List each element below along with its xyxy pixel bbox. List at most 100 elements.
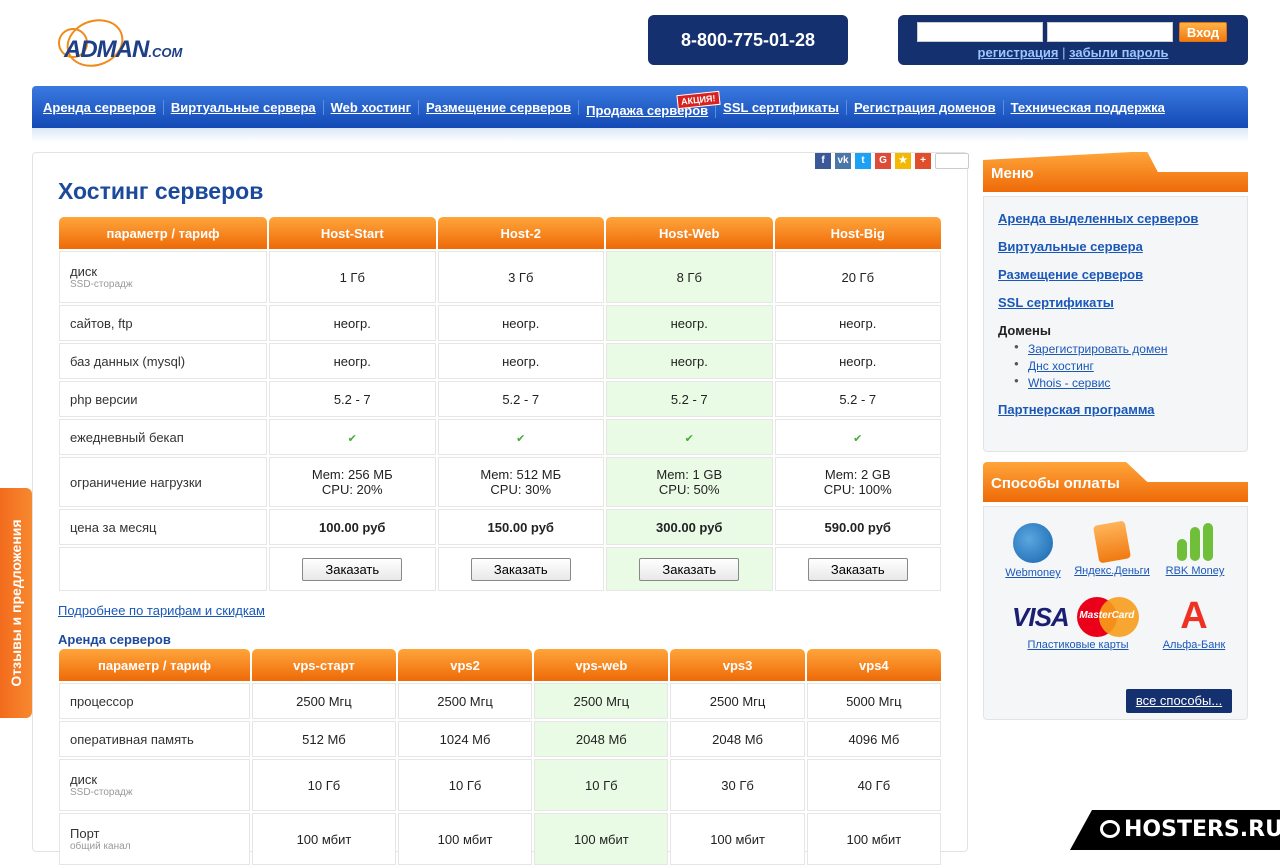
cell-value: 10 Гб [534, 759, 669, 811]
order-button[interactable]: Заказать [639, 557, 740, 581]
cell-value: 10 Гб [252, 759, 396, 811]
sidebar-link-ssl[interactable]: SSL сертификаты [998, 295, 1114, 310]
cell-value: 1024 Мб [397, 721, 533, 757]
table-row: диск SSD-сторадж 10 Гб 10 Гб 10 Гб 30 Гб … [59, 759, 941, 811]
nav-link[interactable]: SSL сертификаты [723, 100, 839, 115]
table-header-plan: vps3 [670, 649, 805, 681]
login-password-input[interactable] [1047, 22, 1173, 42]
nav-link[interactable]: Виртуальные сервера [171, 100, 316, 115]
register-link[interactable]: регистрация [978, 45, 1059, 60]
sidebar-item: Партнерская программа [998, 402, 1233, 417]
mem-limit: Mem: 256 МБ [311, 467, 393, 482]
feedback-tab[interactable]: Отзывы и предложения [0, 488, 32, 718]
payment-title: Способы оплаты [991, 475, 1120, 492]
nav-link[interactable]: Регистрация доменов [854, 100, 996, 115]
sidebar-domains-group: Домены Зарегистрировать домен Днс хостин… [998, 323, 1233, 390]
sidebar-link-partner[interactable]: Партнерская программа [998, 402, 1155, 417]
payment-yandex[interactable]: Яндекс.Деньги [1072, 520, 1152, 577]
nav-item-server-sale[interactable]: Продажа серверов АКЦИЯ! [579, 90, 720, 118]
row-label: php версии [59, 381, 267, 417]
row-label: оперативная память [59, 721, 250, 757]
table-row: цена за месяц 100.00 руб 150.00 руб 300.… [59, 509, 941, 545]
payment-alfa-link[interactable]: Альфа-Банк [1163, 639, 1226, 651]
price: 590.00 руб [824, 519, 891, 535]
logo[interactable]: ADMAN.COM [58, 11, 182, 75]
cell-value: 2500 Мгц [252, 683, 396, 719]
price: 100.00 руб [319, 519, 386, 535]
nav-link[interactable]: Размещение серверов [426, 100, 571, 115]
table-row: диск SSD-сторадж 1 Гб 3 Гб 8 Гб 20 Гб [59, 251, 941, 303]
payment-cards-link[interactable]: Пластиковые карты [1027, 639, 1128, 651]
nav-item-support[interactable]: Техническая поддержка [1004, 100, 1172, 115]
all-payment-methods-button[interactable]: все способы... [1126, 689, 1232, 713]
vk-icon[interactable]: vk [835, 153, 851, 169]
nav-item-domains[interactable]: Регистрация доменов [847, 99, 1004, 115]
nav-link[interactable]: Техническая поддержка [1011, 100, 1165, 115]
table-header-plan: Host-2 [437, 217, 604, 249]
order-button[interactable]: Заказать [470, 557, 571, 581]
cell-value: ✔ [606, 419, 773, 455]
payment-webmoney-link[interactable]: Webmoney [1005, 567, 1060, 579]
payment-rbk-link[interactable]: RBK Money [1166, 565, 1225, 577]
nav-item-server-rent[interactable]: Аренда серверов [36, 99, 164, 115]
order-button[interactable]: Заказать [807, 557, 908, 581]
sidebar-link-register-domain[interactable]: Зарегистрировать домен [1028, 342, 1168, 356]
nav-item-virtual-servers[interactable]: Виртуальные сервера [164, 99, 324, 115]
row-label: Порт общий канал [59, 813, 250, 865]
sidebar-link-dns[interactable]: Днс хостинг [1028, 359, 1094, 373]
cell-value: 30 Гб [670, 759, 805, 811]
order-cell: Заказать [606, 547, 773, 591]
star-icon[interactable]: ★ [895, 153, 911, 169]
facebook-icon[interactable]: f [815, 153, 831, 169]
cell-value: ✔ [774, 419, 941, 455]
cell-value: 5.2 - 7 [774, 381, 941, 417]
order-button[interactable]: Заказать [302, 557, 403, 581]
cell-value: 5.2 - 7 [606, 381, 773, 417]
plus-icon[interactable]: + [915, 153, 931, 169]
nav-item-colocation[interactable]: Размещение серверов [419, 99, 580, 115]
payment-yandex-link[interactable]: Яндекс.Деньги [1074, 565, 1150, 577]
payment-alfa[interactable]: А Альфа-Банк [1154, 597, 1234, 651]
nav-link[interactable]: Аренда серверов [43, 100, 156, 115]
login-button[interactable]: Вход [1179, 22, 1227, 42]
main-nav: Аренда серверов Виртуальные сервера Web … [32, 86, 1248, 128]
cell-value: неогр. [269, 305, 436, 341]
price: 300.00 руб [656, 519, 723, 535]
order-cell: Заказать [437, 547, 604, 591]
watermark-text: HOSTERS.RU [1124, 817, 1280, 842]
cell-value: 2500 Мгц [534, 683, 669, 719]
login-username-input[interactable] [917, 22, 1043, 42]
forgot-password-link[interactable]: забыли пароль [1069, 45, 1168, 60]
tariffs-details-link[interactable]: Подробнее по тарифам и скидкам [58, 603, 265, 618]
table-row: Заказать Заказать Заказать Заказать [59, 547, 941, 591]
table-row: Порт общий канал 100 мбит 100 мбит 100 мб… [59, 813, 941, 865]
payment-cards[interactable]: VISA MasterCard Пластиковые карты [1012, 597, 1144, 651]
empty-cell [59, 547, 267, 591]
sidebar-link-whois[interactable]: Whois - сервис [1028, 376, 1110, 390]
cell-value: 2500 Мгц [397, 683, 533, 719]
sidebar-subitem: Зарегистрировать домен [1014, 342, 1233, 356]
check-icon: ✔ [347, 432, 357, 445]
nav-link[interactable]: Web хостинг [331, 100, 411, 115]
cell-value: 40 Гб [806, 759, 941, 811]
cell-value: 100 мбит [534, 813, 669, 865]
google-plus-icon[interactable]: G [875, 153, 891, 169]
sidebar-link-virtual[interactable]: Виртуальные сервера [998, 239, 1143, 254]
payment-webmoney[interactable]: Webmoney [998, 523, 1068, 579]
payment-rbk[interactable]: RBK Money [1160, 523, 1230, 577]
nav-item-ssl[interactable]: SSL сертификаты [716, 99, 847, 115]
price-cell: 590.00 руб [774, 509, 941, 545]
sidebar-link-dedicated[interactable]: Аренда выделенных серверов [998, 211, 1198, 226]
cell-value: Mem: 256 МБ CPU: 20% [269, 457, 436, 507]
table-header-plan: Host-Big [774, 217, 941, 249]
cell-value: ✔ [269, 419, 436, 455]
row-label: ограничение нагрузки [59, 457, 267, 507]
sidebar-link-colocation[interactable]: Размещение серверов [998, 267, 1143, 282]
table-header-plan: Host-Web [606, 217, 773, 249]
mem-limit: Mem: 512 МБ [480, 467, 562, 482]
twitter-icon[interactable]: t [855, 153, 871, 169]
nav-item-web-hosting[interactable]: Web хостинг [324, 99, 419, 115]
table-row: ежедневный бекап ✔ ✔ ✔ ✔ [59, 419, 941, 455]
visa-icon: VISA [1012, 601, 1070, 632]
cell-value: неогр. [269, 343, 436, 379]
